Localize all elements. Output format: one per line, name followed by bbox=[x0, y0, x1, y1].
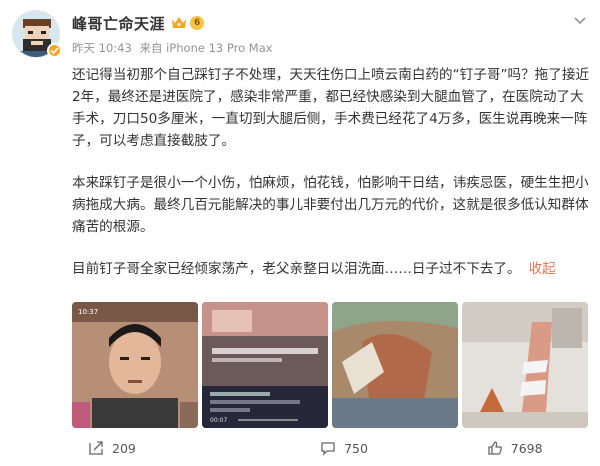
author-row: 峰哥亡命天涯 6 bbox=[72, 12, 205, 34]
thumbs-up-icon bbox=[487, 440, 503, 456]
comment-button[interactable]: 750 bbox=[259, 436, 430, 460]
photo-man-selfie[interactable]: 10:37 bbox=[72, 302, 198, 428]
action-bar: 209 750 7698 bbox=[0, 436, 600, 460]
photo-hospital-leg[interactable] bbox=[462, 302, 588, 428]
collapse-link[interactable]: 收起 bbox=[529, 261, 556, 277]
paragraph-2: 本来踩钉子是很小一个小伤，怕麻烦，怕花钱，怕影响干日结，讳疾忌医，硬生生把小病拖… bbox=[72, 175, 589, 235]
photo-time-label: 10:37 bbox=[78, 308, 98, 316]
crown-vip-icon[interactable] bbox=[170, 15, 188, 31]
photo-bandaged-arm[interactable] bbox=[332, 302, 458, 428]
paragraph-1: 还记得当初那个自己踩钉子不处理，天天往伤口上喷云南白药的“钉子哥”吗？拖了接近2… bbox=[72, 67, 590, 149]
paragraph-3: 目前钉子哥全家已经倾家荡产，老父亲整日以泪洗面……日子过不下去了。 bbox=[72, 261, 521, 277]
chevron-down-icon[interactable] bbox=[572, 12, 588, 28]
post-text: 还记得当初那个自己踩钉子不处理，天天往伤口上喷云南白药的“钉子哥”吗？拖了接近2… bbox=[72, 64, 590, 280]
level-badge: 6 bbox=[190, 16, 205, 30]
verified-badge-icon bbox=[47, 43, 62, 58]
share-button[interactable]: 209 bbox=[0, 436, 259, 460]
like-button[interactable]: 7698 bbox=[429, 436, 600, 460]
post-time[interactable]: 昨天 10:43 bbox=[72, 41, 132, 55]
share-count: 209 bbox=[112, 440, 136, 456]
avatar[interactable] bbox=[12, 10, 62, 58]
image-grid: 10:37 00:07 bbox=[72, 302, 588, 428]
like-count: 7698 bbox=[510, 440, 543, 456]
paragraph-3-container: 目前钉子哥全家已经倾家荡产，老父亲整日以泪洗面……日子过不下去了。 收起 bbox=[72, 258, 590, 280]
comment-count: 750 bbox=[344, 440, 368, 456]
photo-video-screenshot[interactable]: 00:07 bbox=[202, 302, 328, 428]
author-name[interactable]: 峰哥亡命天涯 bbox=[72, 13, 165, 34]
weibo-post: 峰哥亡命天涯 6 昨天 10:43 来自 iPhone 13 Pro Max 还… bbox=[0, 0, 600, 466]
comment-icon bbox=[320, 440, 336, 456]
share-icon bbox=[88, 440, 104, 456]
video-time-label: 00:07 bbox=[210, 417, 227, 424]
post-source: 来自 iPhone 13 Pro Max bbox=[139, 41, 273, 55]
post-meta: 昨天 10:43 来自 iPhone 13 Pro Max bbox=[72, 40, 277, 56]
